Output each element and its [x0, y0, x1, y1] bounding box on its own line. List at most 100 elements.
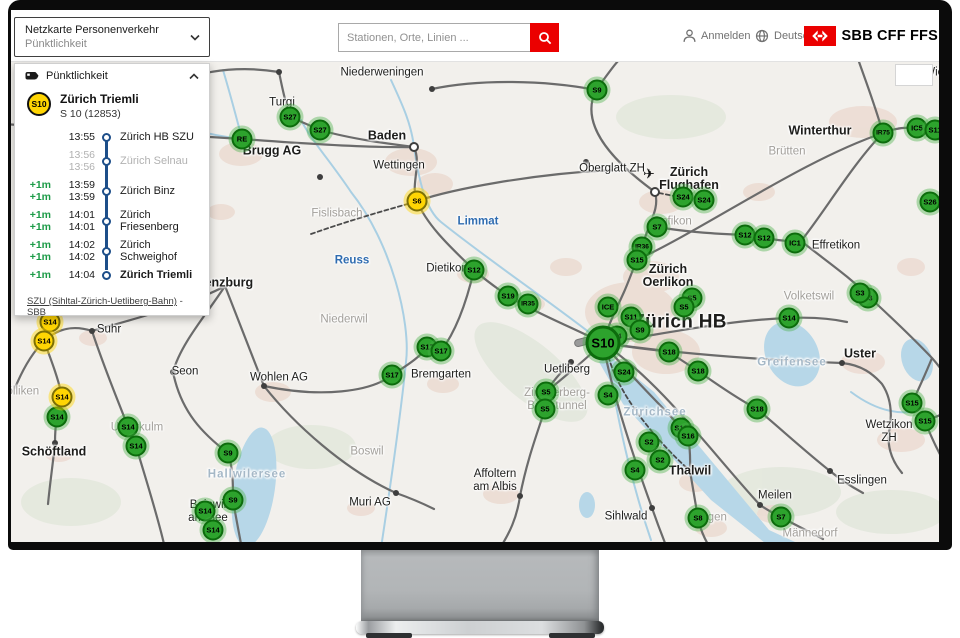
- line-badge-s26[interactable]: S26: [920, 192, 940, 213]
- line-badge-s9[interactable]: S9: [218, 443, 239, 464]
- line-badge-s14[interactable]: S14: [118, 417, 139, 438]
- map-label-wohlen-ag: Wohlen AG: [250, 372, 308, 385]
- line-badge-s4[interactable]: S4: [625, 460, 646, 481]
- line-badge-re[interactable]: RE: [232, 129, 253, 150]
- map-label-wettingen: Wettingen: [373, 160, 425, 173]
- panel-footer: SZU (Sihltal-Zürich-Uetliberg-Bahn) - SB…: [15, 284, 209, 316]
- sbb-arrows-icon: [804, 26, 836, 46]
- operator-link[interactable]: SZU (Sihltal-Zürich-Uetliberg-Bahn): [27, 296, 177, 307]
- stop-time: 13:56: [55, 161, 95, 173]
- map-label-z-rich-oerlikon: Zürich Oerlikon: [643, 263, 694, 289]
- sbb-logo: SBB CFF FFS: [804, 10, 939, 62]
- map-label-limmat: Limmat: [458, 216, 499, 229]
- line-badge-s24[interactable]: S24: [694, 190, 715, 211]
- map-label-wetzikon-zh: Wetzikon ZH: [864, 419, 914, 445]
- map-label-dietikon: Dietikon: [426, 263, 468, 276]
- station-marker: [276, 69, 282, 75]
- line-badge-s24[interactable]: S24: [673, 187, 694, 208]
- line-badge-s12[interactable]: S12: [754, 228, 775, 249]
- stop-node-icon: [102, 271, 111, 280]
- line-badge-s18[interactable]: S18: [747, 399, 768, 420]
- line-badge-s8[interactable]: S8: [688, 508, 709, 529]
- line-badge-s4[interactable]: S4: [598, 385, 619, 406]
- stop-row: +1m14:04Zürich Triemli: [15, 266, 209, 284]
- station-marker: [317, 174, 323, 180]
- monitor-stand-neck: [361, 550, 599, 623]
- line-badge-s5[interactable]: S5: [535, 399, 556, 420]
- map-control-box[interactable]: [895, 64, 933, 86]
- line-badge-s14[interactable]: S14: [195, 501, 216, 522]
- line-badge-s6[interactable]: S6: [407, 191, 428, 212]
- stop-row: +1m+1m14:0214:02Zürich Schweighof: [15, 236, 209, 266]
- stop-row: 13:55Zürich HB SZU: [15, 128, 209, 146]
- line-badge-s18[interactable]: S18: [688, 361, 709, 382]
- line-badge-s7[interactable]: S7: [771, 507, 792, 528]
- map-label-niederwil: Niederwil: [320, 314, 367, 327]
- line-badge-s3[interactable]: S3: [850, 283, 871, 304]
- train-summary: S10 Zürich Triemli S 10 (12853): [15, 84, 209, 122]
- airport-icon: ✈: [643, 166, 655, 183]
- map-label-thalwil: Thalwil: [669, 465, 711, 478]
- search-bar: [338, 23, 559, 52]
- map-label-muri-ag: Muri AG: [349, 497, 391, 510]
- line-badge-s7[interactable]: S7: [647, 217, 668, 238]
- line-badge-s11[interactable]: S11: [925, 120, 940, 141]
- line-badge-ic1[interactable]: IC1: [785, 233, 806, 254]
- stop-name: Zürich Triemli: [120, 269, 192, 281]
- map-label-uster: Uster: [844, 348, 876, 361]
- line-badge-s27[interactable]: S27: [280, 107, 301, 128]
- line-badge-s15[interactable]: S15: [915, 411, 936, 432]
- line-badge-s17[interactable]: S17: [431, 341, 452, 362]
- line-badge-s19[interactable]: S19: [498, 286, 519, 307]
- line-badge-s27[interactable]: S27: [310, 120, 331, 141]
- line-badge-s18[interactable]: S18: [659, 342, 680, 363]
- stop-time: 14:01: [55, 221, 95, 233]
- chevron-up-icon[interactable]: [189, 73, 199, 80]
- line-badge-s5[interactable]: S5: [674, 297, 695, 318]
- search-button[interactable]: [530, 23, 559, 52]
- stop-name: Zürich Selnau: [120, 155, 188, 167]
- login-button[interactable]: Anmelden: [683, 10, 751, 62]
- line-badge-ice[interactable]: ICE: [598, 297, 619, 318]
- line-badge-s14[interactable]: S14: [47, 407, 68, 428]
- line-badge-s14[interactable]: S14: [779, 308, 800, 329]
- station-marker: [393, 490, 399, 496]
- map-label-meilen: Meilen: [758, 490, 792, 503]
- line-badge-s14[interactable]: S14: [52, 387, 73, 408]
- line-badge-s14[interactable]: S14: [203, 520, 224, 541]
- line-badge-s9[interactable]: S9: [630, 320, 651, 341]
- line-badge-s2[interactable]: S2: [650, 450, 671, 471]
- line-badge-s16[interactable]: S16: [678, 426, 699, 447]
- line-badge-s14[interactable]: S14: [34, 331, 55, 352]
- brand-wordmark: SBB CFF FFS: [842, 28, 938, 44]
- line-badge-s17[interactable]: S17: [382, 365, 403, 386]
- line-badge-s15[interactable]: S15: [627, 250, 648, 271]
- line-badge-s15[interactable]: S15: [902, 393, 923, 414]
- line-badge-s9[interactable]: S9: [223, 490, 244, 511]
- page: NiederweningenTurgiBadenBrugg AGWettinge…: [0, 0, 960, 638]
- station-marker: [839, 360, 845, 366]
- punctuality-panel: Pünktlichkeit S10 Zürich Triemli S 10 (1…: [14, 63, 210, 316]
- selected-train-badge-s10[interactable]: S10: [586, 326, 621, 361]
- train-destination: Zürich Triemli: [60, 92, 139, 106]
- stop-delay: +1m: [23, 269, 51, 281]
- sbb-link[interactable]: SBB: [27, 307, 46, 316]
- stop-delay: +1m: [23, 179, 51, 191]
- line-badge-ir75[interactable]: IR75: [873, 123, 894, 144]
- panel-title: Pünktlichkeit: [46, 70, 182, 82]
- train-number: S 10 (12853): [60, 108, 139, 120]
- stop-node-icon: [102, 133, 111, 142]
- stop-delay: +1m: [23, 209, 51, 221]
- line-badge-s9[interactable]: S9: [587, 80, 608, 101]
- map-label-reuss: Reuss: [335, 255, 370, 268]
- line-badge-s24[interactable]: S24: [614, 362, 635, 383]
- layer-select-dropdown[interactable]: Netzkarte Personenverkehr Pünktlichkeit: [14, 17, 210, 57]
- panel-header[interactable]: Pünktlichkeit: [15, 64, 209, 84]
- search-input[interactable]: [338, 23, 530, 52]
- map-label-seon: Seon: [172, 366, 199, 379]
- station-marker: [649, 505, 655, 511]
- line-badge-s12[interactable]: S12: [735, 225, 756, 246]
- line-badge-s12[interactable]: S12: [464, 260, 485, 281]
- line-badge-ir35[interactable]: IR35: [518, 294, 539, 315]
- line-badge-s14[interactable]: S14: [126, 436, 147, 457]
